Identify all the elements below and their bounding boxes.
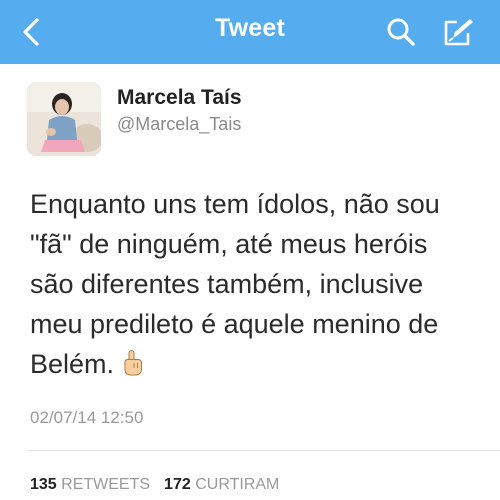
search-button[interactable]: [381, 12, 421, 52]
divider: [28, 450, 500, 451]
tweet-line: "fã" de ninguém, até meus heróis: [30, 229, 428, 259]
tweet-text: Enquanto uns tem ídolos, não sou "fã" de…: [30, 184, 480, 388]
likes-stat[interactable]: 172 CURTIRAM: [164, 476, 279, 493]
retweets-stat[interactable]: 135 RETWEETS: [30, 476, 150, 493]
navbar: Tweet: [0, 0, 500, 64]
tweet-line-last: Belém.: [30, 344, 480, 388]
tweet-line: Belém.: [30, 349, 115, 379]
likes-label: CURTIRAM: [195, 476, 280, 493]
compose-icon: [444, 19, 473, 46]
likes-count: 172: [164, 476, 191, 493]
retweets-count: 135: [30, 476, 57, 493]
tweet-timestamp: 02/07/14 12:50: [30, 408, 144, 427]
user-name[interactable]: Marcela Taís: [117, 86, 242, 110]
avatar[interactable]: [27, 82, 101, 156]
tweet-line: Enquanto uns tem ídolos, não sou: [30, 189, 440, 219]
search-icon: [387, 18, 415, 46]
page-title: Tweet: [215, 14, 285, 42]
avatar-photo: [27, 82, 101, 156]
retweets-label: RETWEETS: [61, 476, 151, 493]
pointing-up-hand-icon: [122, 348, 144, 388]
tweet-line: meu predileto é aquele menino de: [30, 309, 439, 339]
tweet-line: são diferentes também, inclusive: [30, 269, 424, 299]
user-handle[interactable]: @Marcela_Tais: [117, 114, 241, 135]
tweet-stats: 135 RETWEETS 172 CURTIRAM: [30, 476, 279, 494]
compose-button[interactable]: [438, 12, 480, 52]
